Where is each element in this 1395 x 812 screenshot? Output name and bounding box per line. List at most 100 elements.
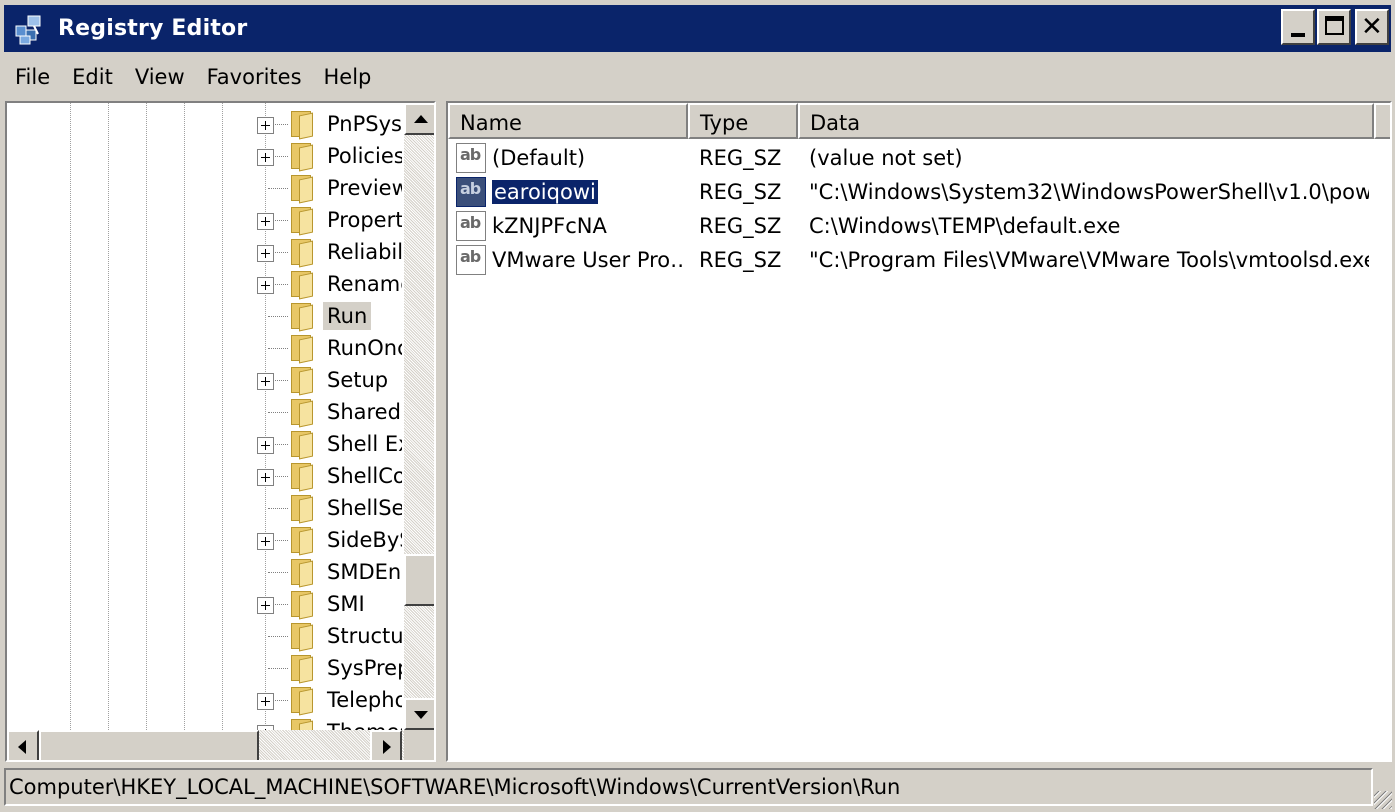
tree-connector <box>268 412 288 413</box>
key-tree-pane[interactable]: PnPSysp Policies Preview Property Reliabilit… <box>5 101 436 762</box>
folder-icon <box>289 399 315 428</box>
value-name-text: kZNJPFcNA <box>492 214 607 238</box>
value-row[interactable]: ab (Default) REG_SZ (value not set) <box>448 141 1390 175</box>
status-bar: Computer\HKEY_LOCAL_MACHINE\SOFTWARE\Mic… <box>4 768 1373 806</box>
string-value-icon: ab <box>456 245 486 275</box>
arrow-left-icon <box>18 740 26 754</box>
window-title: Registry Editor <box>58 16 248 41</box>
value-row[interactable]: ab VMware User Pro… REG_SZ "C:\Program File… <box>448 243 1390 277</box>
tree-item[interactable]: Run <box>7 300 402 332</box>
tree-item[interactable]: Preview <box>7 172 402 204</box>
expand-plus-icon[interactable] <box>257 213 274 230</box>
string-value-icon: ab <box>456 143 486 173</box>
expand-plus-icon[interactable] <box>257 533 274 550</box>
folder-icon <box>289 527 315 556</box>
scrollbar-corner <box>404 730 434 760</box>
tree-item-label: ShellServ <box>327 496 402 520</box>
expand-plus-icon[interactable] <box>257 245 274 262</box>
tree-item-label: Shell Ext <box>327 432 402 456</box>
key-tree[interactable]: PnPSysp Policies Preview Property Reliabilit… <box>7 103 402 730</box>
scroll-down-button[interactable] <box>404 698 434 730</box>
tree-item[interactable]: Property <box>7 204 402 236</box>
scroll-up-button[interactable] <box>404 103 434 135</box>
menu-file[interactable]: File <box>4 65 61 89</box>
value-type: REG_SZ <box>699 180 782 204</box>
tree-item[interactable]: PnPSysp <box>7 108 402 140</box>
tree-item[interactable]: SysPrep <box>7 652 402 684</box>
tree-item[interactable]: Rename <box>7 268 402 300</box>
maximize-button[interactable] <box>1317 9 1351 45</box>
scroll-right-button[interactable] <box>370 730 402 760</box>
folder-icon <box>289 463 315 492</box>
menu-help[interactable]: Help <box>313 65 383 89</box>
tree-item-label: ShellCom <box>327 464 402 488</box>
resize-grip-icon[interactable] <box>1374 791 1392 809</box>
tree-item-label: Themes <box>323 718 402 730</box>
tree-item[interactable]: Structur <box>7 620 402 652</box>
tree-item[interactable]: Themes <box>7 716 402 730</box>
folder-icon <box>289 655 315 684</box>
tree-connector <box>268 188 288 189</box>
scroll-left-button[interactable] <box>7 730 39 760</box>
tree-item[interactable]: ShellServ <box>7 492 402 524</box>
expand-plus-icon[interactable] <box>257 437 274 454</box>
expand-plus-icon[interactable] <box>257 373 274 390</box>
expand-plus-icon[interactable] <box>257 117 274 134</box>
folder-icon <box>289 559 315 588</box>
menu-view[interactable]: View <box>124 65 196 89</box>
value-row[interactable]: ab earoiqowi REG_SZ "C:\Windows\System32\Wi… <box>448 175 1390 209</box>
values-list-pane[interactable]: Name Type Data ab (Default) REG_SZ (value n… <box>446 101 1392 762</box>
tree-item-label: SharedD <box>327 400 402 424</box>
tree-connector <box>268 572 288 573</box>
window-controls: ✕ <box>1281 9 1389 45</box>
tree-item-label: Policies <box>327 144 402 168</box>
tree-item[interactable]: RunOnce <box>7 332 402 364</box>
string-value-icon: ab <box>456 211 486 241</box>
value-name-text: VMware User Pro… <box>492 248 684 272</box>
title-bar-active[interactable]: Registry Editor ✕ <box>4 5 1391 52</box>
close-button[interactable]: ✕ <box>1355 9 1389 45</box>
minimize-button[interactable] <box>1281 9 1315 45</box>
menu-edit[interactable]: Edit <box>61 65 124 89</box>
tree-item[interactable]: Setup <box>7 364 402 396</box>
folder-icon <box>289 303 315 332</box>
column-header-data[interactable]: Data <box>798 103 1374 139</box>
value-data: (value not set) <box>809 146 963 170</box>
list-header: Name Type Data <box>448 103 1390 139</box>
expand-plus-icon[interactable] <box>257 149 274 166</box>
folder-icon <box>289 271 315 300</box>
menu-favorites[interactable]: Favorites <box>196 65 313 89</box>
tree-horizontal-scroll-thumb[interactable] <box>39 730 259 760</box>
title-bar[interactable]: Registry Editor ✕ <box>0 0 1395 56</box>
tree-item[interactable]: Telephor <box>7 684 402 716</box>
tree-horizontal-scrollbar[interactable] <box>7 730 404 760</box>
tree-item-label: Setup <box>327 368 389 392</box>
tree-item[interactable]: SharedD <box>7 396 402 428</box>
expand-plus-icon[interactable] <box>257 277 274 294</box>
string-value-glyph: ab <box>460 247 481 266</box>
arrow-down-icon <box>414 711 428 719</box>
value-row[interactable]: ab kZNJPFcNA REG_SZ C:\Windows\TEMP\default… <box>448 209 1390 243</box>
tree-item[interactable]: SideBySi <box>7 524 402 556</box>
registry-editor-icon[interactable] <box>12 12 46 46</box>
tree-item[interactable]: Policies <box>7 140 402 172</box>
column-header-type[interactable]: Type <box>688 103 798 139</box>
folder-icon <box>289 175 315 204</box>
tree-vertical-scroll-thumb[interactable] <box>404 554 434 606</box>
tree-item[interactable]: Shell Ext <box>7 428 402 460</box>
column-header-name[interactable]: Name <box>448 103 688 139</box>
tree-vertical-scrollbar[interactable] <box>404 103 434 730</box>
value-type: REG_SZ <box>699 146 782 170</box>
tree-item[interactable]: Reliabilit <box>7 236 402 268</box>
close-icon: ✕ <box>1361 12 1383 42</box>
tree-connector <box>268 668 288 669</box>
expand-plus-icon[interactable] <box>257 693 274 710</box>
expand-plus-icon[interactable] <box>257 469 274 486</box>
tree-item-label: Property <box>327 208 402 232</box>
tree-item-label: RunOnce <box>327 336 402 360</box>
tree-item[interactable]: SMI <box>7 588 402 620</box>
expand-plus-icon[interactable] <box>257 597 274 614</box>
tree-item[interactable]: ShellCom <box>7 460 402 492</box>
tree-item[interactable]: SMDEn <box>7 556 402 588</box>
folder-icon <box>289 719 315 730</box>
